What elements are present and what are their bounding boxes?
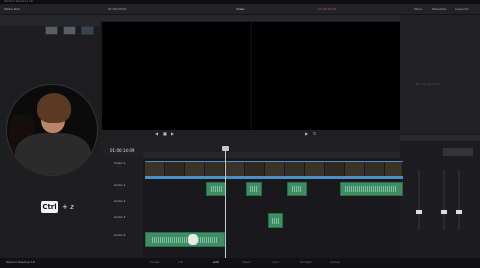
track-label-v1: Video 1 [114, 161, 126, 165]
media-thumbnail[interactable] [45, 26, 58, 35]
webcam-overlay [6, 84, 98, 176]
webcam-hair [37, 93, 71, 123]
no-clip-selected-text: No clip selected [416, 82, 440, 86]
mixer-fader-track[interactable] [458, 170, 460, 230]
media-pool-toolbar [0, 15, 100, 26]
mixer-fader-track[interactable] [418, 170, 420, 230]
webcam-shirt [15, 133, 91, 175]
track-label-a2: Audio 2 [114, 199, 126, 203]
key-combo-text: + z [62, 203, 74, 211]
page-media[interactable]: media [150, 261, 159, 264]
mixer-fader-knob[interactable] [456, 210, 462, 214]
media-thumbnail[interactable] [63, 26, 76, 35]
mixer-meters [443, 148, 473, 156]
play-icon[interactable]: ▶ [171, 132, 174, 136]
page-navigation-bar: DaVinci Resolve 18 media cut edit fusion… [0, 258, 480, 268]
page-deliver[interactable]: deliver [330, 261, 340, 264]
audio-clip[interactable] [206, 182, 226, 196]
top-toolbar: Media Pool 01:00:00:00 Video 01:00:14:09… [0, 4, 480, 15]
viewer-header [100, 15, 400, 21]
timecode-left: 01:00:00:00 [108, 7, 127, 11]
track-label-a3: Audio 3 [114, 215, 126, 219]
playhead[interactable] [225, 150, 226, 258]
audio-clip[interactable] [145, 232, 225, 247]
audio-clip[interactable] [246, 182, 262, 196]
page-fairlight[interactable]: fairlight [300, 261, 312, 264]
mixer-fader-track[interactable] [443, 170, 445, 230]
inspector-panel: No clip selected [400, 15, 480, 133]
track-headers: Video 1 Audio 1 Audio 2 Audio 3 Audio 4 [100, 158, 143, 258]
play-icon-2[interactable]: ▶ [305, 132, 308, 136]
inspector-button[interactable]: Inspector [455, 8, 469, 11]
page-cut[interactable]: cut [178, 261, 183, 264]
page-color[interactable]: color [272, 261, 279, 264]
mixer-button[interactable]: Mixer [414, 8, 422, 11]
page-fusion[interactable]: fusion [242, 261, 251, 264]
audio-clip[interactable] [287, 182, 307, 196]
timeline-timecode: 01:00:14:09 [110, 148, 135, 153]
viewer-title: Video [236, 7, 245, 11]
track-label-a4: Audio 4 [114, 233, 126, 237]
loop-icon[interactable]: ↻ [313, 132, 316, 136]
stop-icon[interactable]: ■ [163, 132, 167, 136]
page-edit[interactable]: edit [213, 261, 219, 264]
app-label: DaVinci Resolve 18 [6, 260, 35, 264]
play-reverse-icon[interactable]: ◀ [155, 132, 158, 136]
viewer-divider [251, 22, 252, 130]
mixer-fader-knob[interactable] [441, 210, 447, 214]
timecode-right: 01:00:14:09 [318, 7, 337, 11]
media-pool-button[interactable]: Media Pool [4, 8, 20, 11]
window-title: DaVinci Resolve 18 [4, 0, 33, 3]
mixer-header [400, 135, 480, 141]
audio-clip[interactable] [340, 182, 403, 196]
track-label-a1: Audio 1 [114, 183, 126, 187]
ctrl-key-badge: Ctrl [41, 201, 58, 213]
mixer-fader-knob[interactable] [416, 210, 422, 214]
audio-clip[interactable] [268, 213, 283, 228]
metadata-button[interactable]: Metadata [432, 8, 446, 11]
media-thumbnail[interactable] [81, 26, 94, 35]
transport-controls: ◀ ■ ▶ ▶ ↻ [100, 130, 400, 139]
video-clip-bar [145, 176, 403, 179]
